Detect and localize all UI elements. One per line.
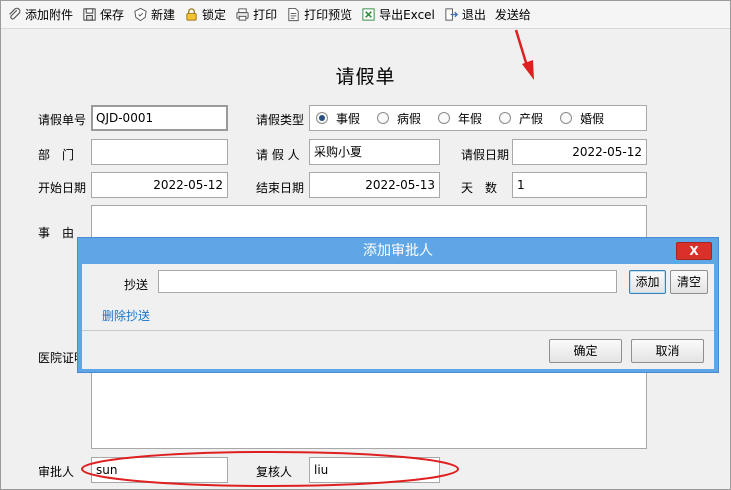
send-to-button[interactable]: 发送给 [495, 4, 531, 26]
export-excel-button[interactable]: 导出Excel [361, 4, 435, 26]
leave-type-sick-radio[interactable]: 病假 [377, 110, 421, 127]
exit-label: 退出 [461, 8, 486, 22]
days-label: 天 数 [461, 181, 498, 195]
radio-unselected-icon [560, 112, 573, 124]
approver-label: 审批人 [38, 465, 75, 479]
clear-cc-button[interactable]: 清空 [670, 270, 708, 294]
radio-unselected-icon [438, 112, 451, 124]
print-preview-button[interactable]: 打印预览 [286, 4, 352, 26]
start-date-label: 开始日期 [38, 181, 87, 195]
radio-unselected-icon [377, 112, 390, 124]
reviewer-label: 复核人 [256, 465, 293, 479]
leave-type-annual-radio[interactable]: 年假 [438, 110, 482, 127]
department-label: 部 门 [38, 148, 75, 162]
leave-type-label: 请假类型 [256, 113, 305, 127]
leave-no-field[interactable]: QJD-0001 [91, 105, 228, 131]
add-cc-button[interactable]: 添加 [629, 270, 666, 294]
delete-cc-link[interactable]: 删除抄送 [102, 307, 150, 324]
dialog-body: 抄送 添加 清空 删除抄送 确定 取消 [82, 264, 714, 369]
paperclip-icon [9, 7, 21, 20]
days-field[interactable]: 1 [512, 172, 647, 198]
exit-button[interactable]: 退出 [444, 4, 486, 26]
reviewer-field[interactable]: liu [309, 457, 440, 483]
cancel-button[interactable]: 取消 [631, 339, 704, 363]
save-icon [83, 8, 96, 21]
toolbar: 添加附件 保存 新建 锁定 打印 打印预览 导出Excel 退出 发送给 [1, 1, 730, 29]
send-to-label: 发送给 [494, 8, 531, 22]
approver-field[interactable]: sun [91, 457, 228, 483]
excel-icon [362, 8, 375, 21]
lock-icon [186, 8, 197, 21]
new-button[interactable]: 新建 [133, 4, 175, 26]
add-attachment-button[interactable]: 添加附件 [7, 4, 73, 26]
leave-type-option-label: 病假 [397, 111, 422, 126]
export-excel-label: 导出Excel [379, 8, 435, 22]
add-approver-dialog: 添加审批人 X 抄送 添加 清空 删除抄送 确定 取消 [77, 237, 719, 373]
print-preview-icon [288, 7, 299, 22]
leave-type-option-label: 婚假 [580, 111, 605, 126]
leave-type-maternity-radio[interactable]: 产假 [499, 110, 543, 127]
leave-date-field[interactable]: 2022-05-12 [512, 139, 647, 165]
print-button[interactable]: 打印 [235, 4, 277, 26]
leave-type-radio-group: 事假 病假 年假 产假 婚假 [309, 105, 647, 131]
leave-type-marriage-radio[interactable]: 婚假 [560, 110, 604, 127]
dialog-title: 添加审批人 [363, 243, 433, 259]
new-icon [134, 7, 147, 22]
form-title: 请假单 [335, 66, 396, 88]
reason-label: 事 由 [38, 226, 75, 240]
print-label: 打印 [253, 8, 278, 22]
lock-label: 锁定 [202, 8, 227, 22]
radio-unselected-icon [499, 112, 512, 124]
exit-icon [445, 8, 458, 21]
printer-icon [236, 8, 249, 21]
end-date-label: 结束日期 [256, 181, 305, 195]
cc-label: 抄送 [124, 278, 149, 292]
leave-no-label: 请假单号 [38, 113, 87, 127]
cc-input[interactable] [158, 270, 617, 293]
new-label: 新建 [151, 8, 176, 22]
start-date-field[interactable]: 2022-05-12 [91, 172, 228, 198]
leave-type-option-label: 年假 [458, 111, 483, 126]
dialog-divider [82, 330, 714, 331]
ok-button[interactable]: 确定 [549, 339, 622, 363]
dialog-close-button[interactable]: X [676, 242, 712, 260]
leave-date-label: 请假日期 [461, 148, 510, 162]
save-button[interactable]: 保存 [82, 4, 124, 26]
print-preview-label: 打印预览 [304, 8, 353, 22]
radio-selected-icon [316, 112, 328, 124]
add-attachment-label: 添加附件 [25, 8, 74, 22]
lock-button[interactable]: 锁定 [184, 4, 226, 26]
leave-type-personal-radio[interactable]: 事假 [316, 110, 360, 127]
leave-type-option-label: 事假 [336, 111, 361, 126]
leave-type-option-label: 产假 [519, 111, 544, 126]
hospital-cert-label: 医院证明 [38, 351, 78, 365]
applicant-field[interactable]: 采购小夏 [309, 139, 440, 165]
department-field[interactable] [91, 139, 228, 165]
save-label: 保存 [100, 8, 125, 22]
applicant-label: 请 假 人 [256, 148, 300, 162]
end-date-field[interactable]: 2022-05-13 [309, 172, 440, 198]
